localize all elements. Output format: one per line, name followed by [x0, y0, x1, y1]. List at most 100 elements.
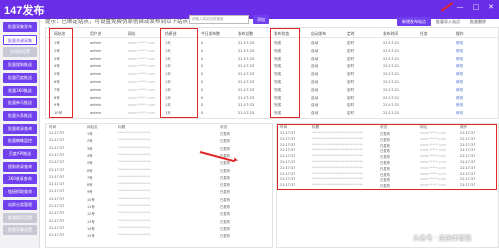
search-input[interactable]: 请输入网站名称搜索 — [189, 15, 249, 24]
table-cell-total: 21:17:23 — [238, 111, 255, 116]
table-cell-auto[interactable]: 自动 — [311, 72, 318, 77]
log-cell-title: ******************* — [118, 233, 151, 238]
sidebar-item[interactable]: 批量蜘蛛监控 — [3, 136, 37, 147]
table-cell-schedule[interactable]: 定时 — [347, 88, 354, 93]
table-cell-url: www.*****.com — [128, 48, 156, 53]
table-cell-op[interactable]: 修改 — [456, 103, 463, 108]
table-cell-today: 0 — [201, 80, 204, 84]
log-cell-title: ******************* — [118, 196, 151, 201]
log-cell-title: ******************* — [118, 152, 151, 157]
batch-delete-link[interactable]: 批量删除 — [470, 19, 486, 25]
close-icon[interactable]: ✕ — [488, 4, 494, 11]
table-cell-op[interactable]: 修改 — [456, 80, 463, 85]
sidebar-item[interactable]: 360收录查询 — [3, 174, 37, 185]
table-cell-auto[interactable]: 自动 — [311, 96, 318, 101]
sidebar-item[interactable]: 伪原创设置 — [3, 47, 37, 58]
log-cell-state: 已发布 — [220, 146, 231, 151]
table-cell-op[interactable]: 修改 — [456, 49, 463, 54]
log-cell-state: 已发布 — [220, 139, 231, 144]
table-cell-time: 21:17:21 — [383, 111, 400, 116]
log-cell-title: ******************* — [118, 204, 151, 208]
table-cell-today: 0 — [201, 72, 204, 77]
table-cell-url: www.*****.com — [128, 111, 156, 116]
log-cell-state: 已发布 — [220, 212, 231, 217]
log-cell-time: 21:17:37 — [49, 204, 65, 208]
table-cell-user: admin — [90, 87, 102, 92]
sidebar-item[interactable]: 批量采集设置 — [3, 225, 37, 236]
publish-log-left — [45, 123, 273, 248]
table-cell-user: admin — [90, 95, 102, 100]
log-cell-site: 8号 — [87, 183, 93, 188]
sidebar-item[interactable]: 百度API推送 — [3, 149, 37, 159]
table-cell-auto[interactable]: 自动 — [311, 88, 318, 93]
table-cell-schedule[interactable]: 定时 — [347, 49, 354, 54]
table-cell-total: 21:17:23 — [238, 103, 255, 108]
table-cell-auto[interactable]: 自动 — [311, 57, 318, 62]
column-header: 今日发布数 — [201, 31, 220, 36]
table-cell-op[interactable]: 修改 — [456, 96, 463, 101]
table-cell-schedule[interactable]: 定时 — [347, 96, 354, 101]
sidebar-item[interactable]: 批量神马推送 — [3, 98, 37, 109]
table-cell-time: 21:17:21 — [383, 41, 400, 45]
log-cell-time: 21:17:37 — [49, 218, 65, 223]
table-cell-today: 0 — [201, 87, 204, 92]
table-cell-auto[interactable]: 自动 — [311, 41, 318, 46]
sidebar-item[interactable]: 站群分类管理 — [3, 199, 37, 210]
sidebar-item[interactable]: 链接抓取查询 — [3, 187, 37, 198]
log-cell-title: ******************* — [118, 225, 151, 230]
sidebar-item[interactable]: 批量360推送 — [3, 85, 37, 96]
maximize-icon[interactable]: □ — [473, 4, 480, 11]
table-cell-auto[interactable]: 自动 — [311, 49, 318, 54]
log-cell-time: 21:17:37 — [49, 211, 65, 216]
sidebar-item[interactable]: 批量百度推送 — [3, 72, 37, 83]
table-cell-auto[interactable]: 自动 — [311, 111, 318, 116]
log-cell-site: 3号 — [87, 146, 93, 151]
table-cell-today: 0 — [201, 56, 204, 61]
log-cell-time: 21:17:37 — [49, 233, 65, 238]
log-cell-title: ******************* — [118, 182, 151, 187]
table-cell-schedule[interactable]: 定时 — [347, 103, 354, 108]
table-cell-auto[interactable]: 自动 — [311, 64, 318, 69]
table-cell-schedule[interactable]: 定时 — [347, 111, 354, 116]
minimize-icon[interactable]: — — [457, 4, 464, 11]
table-cell-op[interactable]: 修改 — [456, 111, 463, 116]
table-cell-auto[interactable]: 自动 — [311, 103, 318, 108]
log-cell-title: ******************* — [118, 131, 151, 135]
table-cell-schedule[interactable]: 定时 — [347, 41, 354, 46]
log-cell-site: 7号 — [87, 175, 93, 180]
table-cell-op[interactable]: 修改 — [456, 41, 463, 46]
table-cell-schedule[interactable]: 定时 — [347, 80, 354, 85]
table-cell-url: www.*****.com — [128, 103, 156, 108]
add-site-button[interactable]: 新增发布站点 — [397, 17, 431, 26]
table-cell-op[interactable]: 修改 — [456, 57, 463, 62]
log-cell-time: 21:17:37 — [49, 167, 65, 172]
column-header: 发布总数 — [238, 31, 254, 36]
table-cell-auto[interactable]: 自动 — [311, 80, 318, 85]
sidebar-item[interactable]: 批量关键采集 — [3, 34, 37, 45]
sidebar-item[interactable]: 批量收录查询 — [3, 123, 37, 134]
column-header: 网址 — [128, 31, 136, 36]
table-cell-schedule[interactable]: 定时 — [347, 64, 354, 69]
sidebar-item[interactable]: 搜狗收录查询 — [3, 161, 37, 172]
table-cell-op[interactable]: 修改 — [456, 72, 463, 77]
log-cell-site: 9号 — [87, 190, 93, 195]
table-cell-schedule[interactable]: 定时 — [347, 72, 354, 77]
add-button[interactable]: 添加 — [253, 15, 269, 24]
log-cell-time: 21:17:37 — [49, 152, 65, 157]
log-cell-time: 21:17:37 — [49, 145, 65, 150]
table-cell-today: 0 — [201, 48, 204, 53]
log-cell-site: 12号 — [87, 212, 95, 217]
sidebar-item[interactable]: 批量搜狗推送 — [3, 60, 37, 71]
sidebar-item[interactable]: 批量搜索设置 — [3, 212, 37, 223]
batch-import-link[interactable]: 批量导入站点 — [436, 19, 460, 25]
table-cell-op[interactable]: 修改 — [456, 64, 463, 69]
table-cell-op[interactable]: 修改 — [456, 88, 463, 93]
table-cell-today: 0 — [201, 41, 204, 45]
log-cell-title: ******************* — [118, 218, 151, 223]
sidebar-item[interactable]: 批量采集发布 — [3, 22, 37, 32]
log-cell-site: 10号 — [87, 197, 95, 202]
table-cell-schedule[interactable]: 定时 — [347, 57, 354, 62]
log-cell-title: ******************* — [118, 189, 151, 194]
table-cell-time: 21:17:21 — [383, 103, 400, 108]
sidebar-item[interactable]: 批量头条推送 — [3, 110, 37, 121]
